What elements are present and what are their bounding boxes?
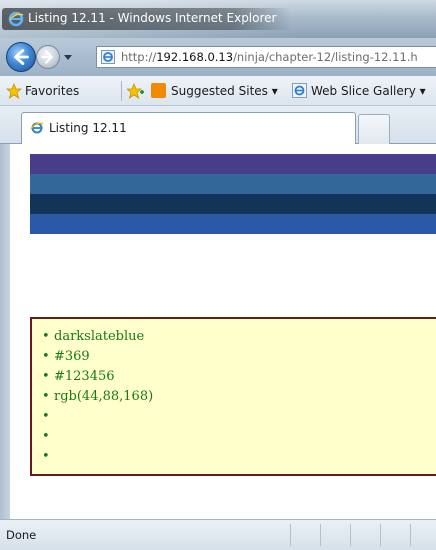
favorites-button[interactable]: Favorites (25, 84, 79, 98)
back-button[interactable] (6, 42, 36, 72)
title-bar: Listing 12.11 - Windows Internet Explore… (0, 0, 436, 38)
list-item: • darkslateblue (42, 329, 145, 344)
favorites-bar: Favorites Suggested Sites ▾ Web Slice Ga… (0, 76, 436, 106)
arrow-right-icon (41, 50, 53, 64)
status-divider (320, 524, 321, 546)
color-stripe (30, 214, 436, 234)
web-slice-gallery-button[interactable]: Web Slice Gallery ▾ (311, 84, 426, 98)
list-item: • (42, 429, 50, 444)
window-title: Listing 12.11 - Windows Internet Explore… (28, 11, 277, 25)
status-divider (290, 524, 291, 546)
color-stripe (30, 194, 436, 214)
arrow-left-icon (14, 49, 29, 65)
tab-ie-icon (30, 122, 44, 134)
add-to-favorites-bar-icon[interactable] (127, 83, 145, 99)
suggested-sites-button[interactable]: Suggested Sites ▾ (171, 84, 278, 98)
tab-label: Listing 12.11 (49, 121, 127, 135)
list-item: • #369 (42, 349, 90, 364)
window-frame-left (0, 144, 10, 519)
status-bar: Done (0, 519, 436, 550)
status-text: Done (6, 528, 37, 542)
web-slice-ie-icon (292, 83, 307, 98)
navigation-bar: http://192.168.0.13/ninja/chapter-12/lis… (0, 38, 436, 76)
browser-window: Listing 12.11 - Windows Internet Explore… (0, 0, 436, 550)
favorites-separator (121, 81, 122, 101)
history-dropdown-icon[interactable] (62, 51, 74, 63)
forward-button[interactable] (36, 45, 60, 69)
favorites-star-icon[interactable] (6, 83, 22, 99)
list-item: • (42, 449, 50, 464)
address-bar[interactable]: http://192.168.0.13/ninja/chapter-12/lis… (96, 46, 436, 68)
color-list: • darkslateblue • #369 • #123456 • rgb(44,88… (42, 327, 153, 467)
tab-bar: Listing 12.11 (0, 106, 436, 144)
page-viewport: • darkslateblue • #369 • #123456 • rgb(44,88… (10, 144, 436, 519)
suggested-sites-icon (151, 83, 166, 98)
tab-listing[interactable]: Listing 12.11 (21, 112, 356, 144)
status-divider (350, 524, 351, 546)
address-url[interactable]: http://192.168.0.13/ninja/chapter-12/lis… (121, 50, 418, 64)
status-divider (380, 524, 381, 546)
list-item: • rgb(44,88,168) (42, 389, 154, 404)
new-tab-button[interactable] (358, 114, 390, 144)
color-list-box: • darkslateblue • #369 • #123456 • rgb(44,88… (30, 317, 436, 476)
color-stripe (30, 154, 436, 174)
color-stripe (30, 174, 436, 194)
status-divider (410, 524, 411, 546)
page-ie-icon (101, 50, 115, 64)
list-item: • #123456 (42, 369, 115, 384)
list-item: • (42, 409, 50, 424)
ie-logo-icon (8, 11, 24, 27)
